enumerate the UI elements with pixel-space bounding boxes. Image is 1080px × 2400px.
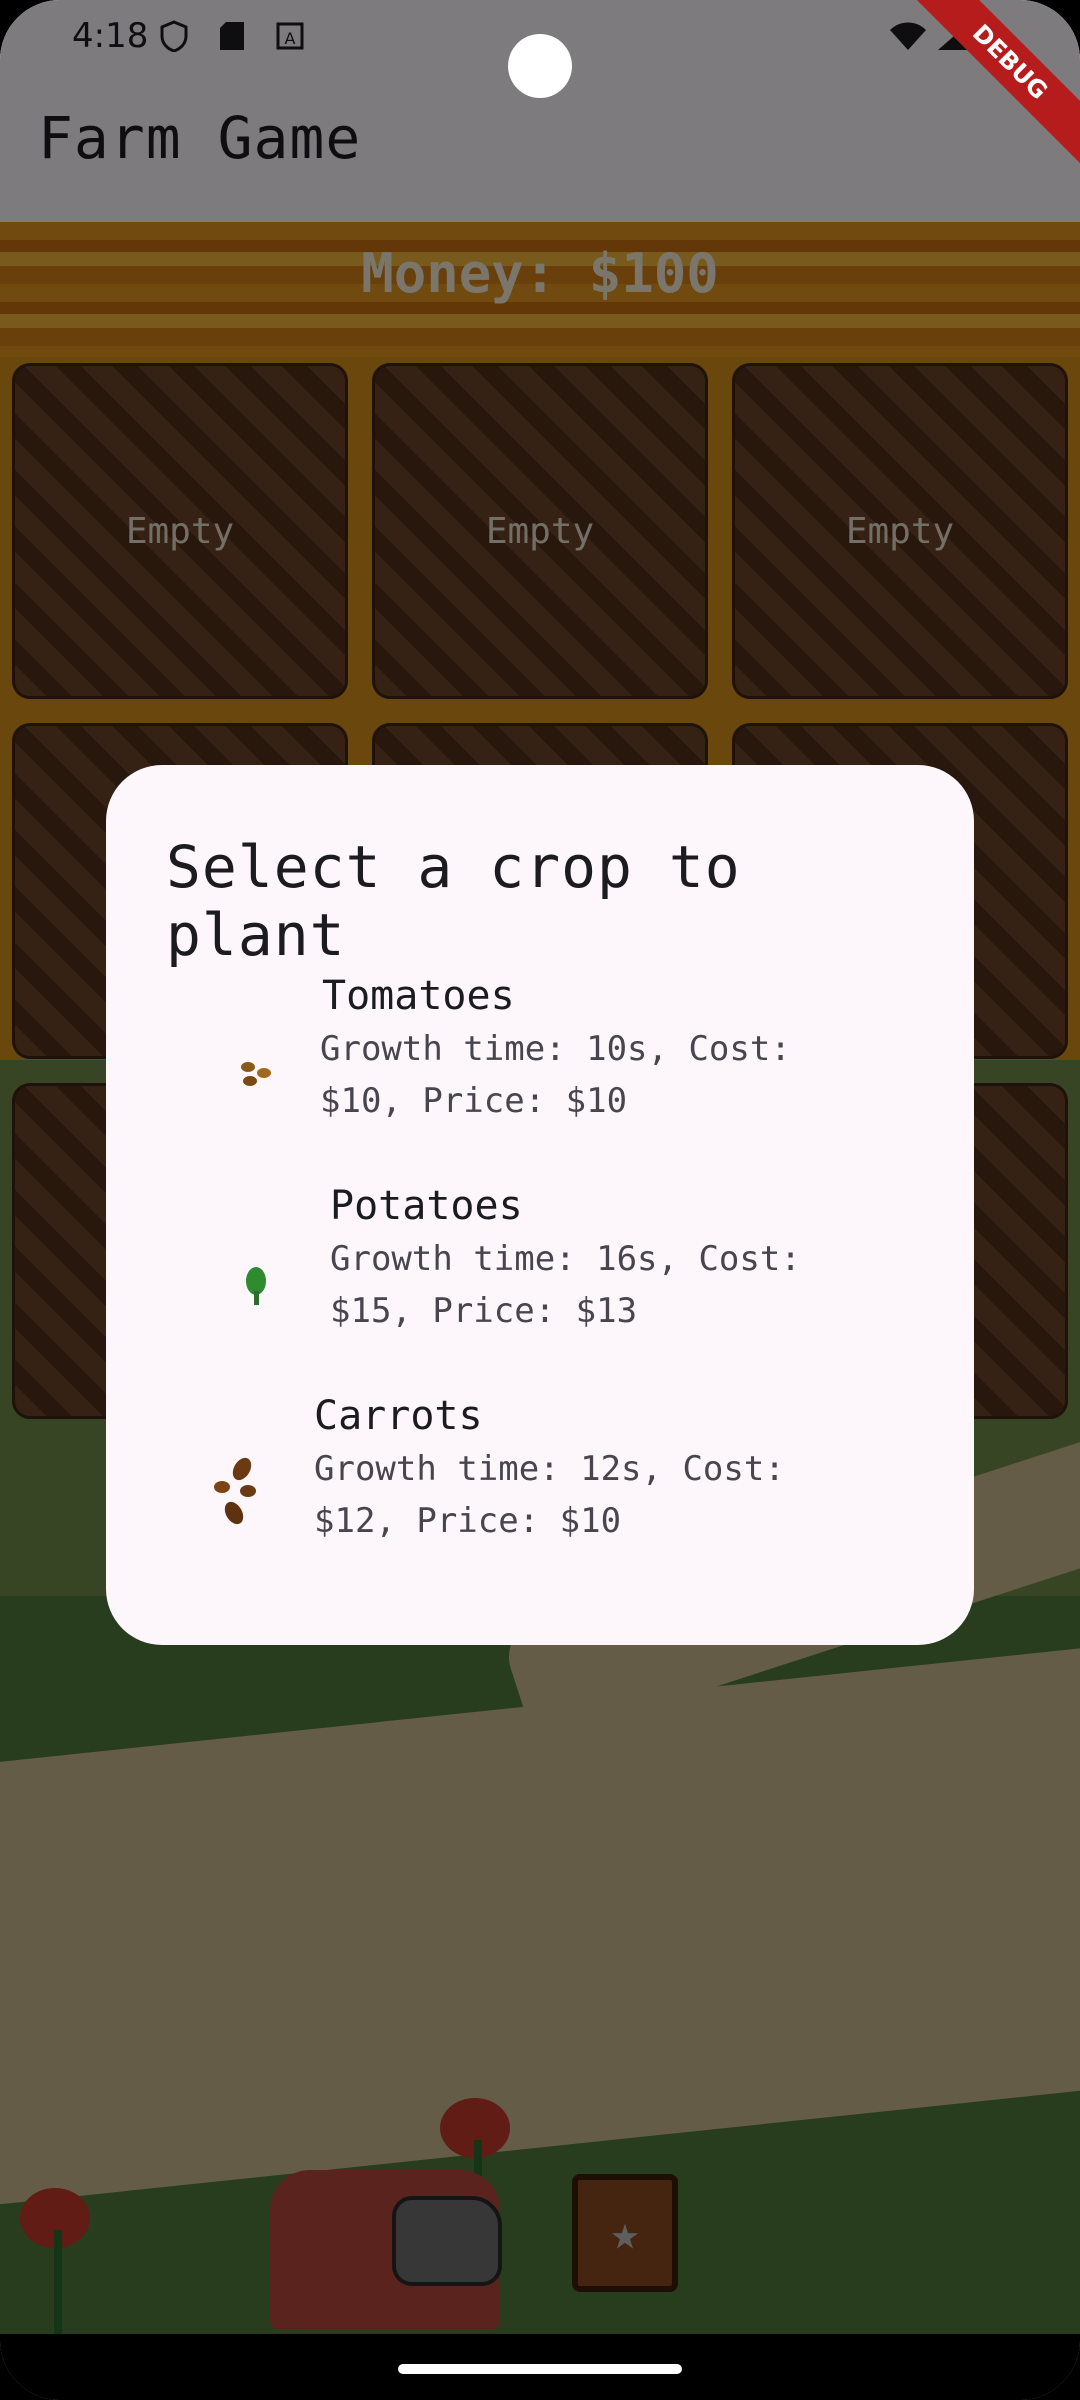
tomato-seeds-icon — [241, 1062, 271, 1086]
crop-detail: Growth time: 12s, Cost: $12, Price: $10 — [314, 1449, 785, 1541]
dialog-title: Select a crop to plant — [166, 833, 741, 969]
crop-name: Carrots — [314, 1393, 483, 1439]
crop-name: Potatoes — [330, 1183, 523, 1229]
crop-select-dialog: Select a crop to plant Tomatoes Growth t… — [106, 765, 974, 1645]
crop-detail: Growth time: 16s, Cost: $15, Price: $13 — [330, 1239, 801, 1331]
home-gesture-handle[interactable] — [398, 2364, 682, 2374]
potato-sprout-icon — [246, 1267, 266, 1305]
crop-option-tomatoes[interactable]: Tomatoes Growth time: 10s, Cost: $10, Pr… — [106, 973, 974, 1173]
crop-name: Tomatoes — [322, 973, 515, 1019]
crop-option-potatoes[interactable]: Potatoes Growth time: 16s, Cost: $15, Pr… — [106, 1183, 974, 1383]
camera-cutout — [508, 34, 572, 98]
crop-detail: Growth time: 10s, Cost: $10, Price: $10 — [320, 1029, 791, 1121]
crop-option-carrots[interactable]: Carrots Growth time: 12s, Cost: $12, Pri… — [106, 1393, 974, 1593]
carrot-seeds-icon — [214, 1457, 256, 1525]
screen: Farm Game 4:18 A Money: $100 Empty Empty… — [0, 0, 1080, 2400]
